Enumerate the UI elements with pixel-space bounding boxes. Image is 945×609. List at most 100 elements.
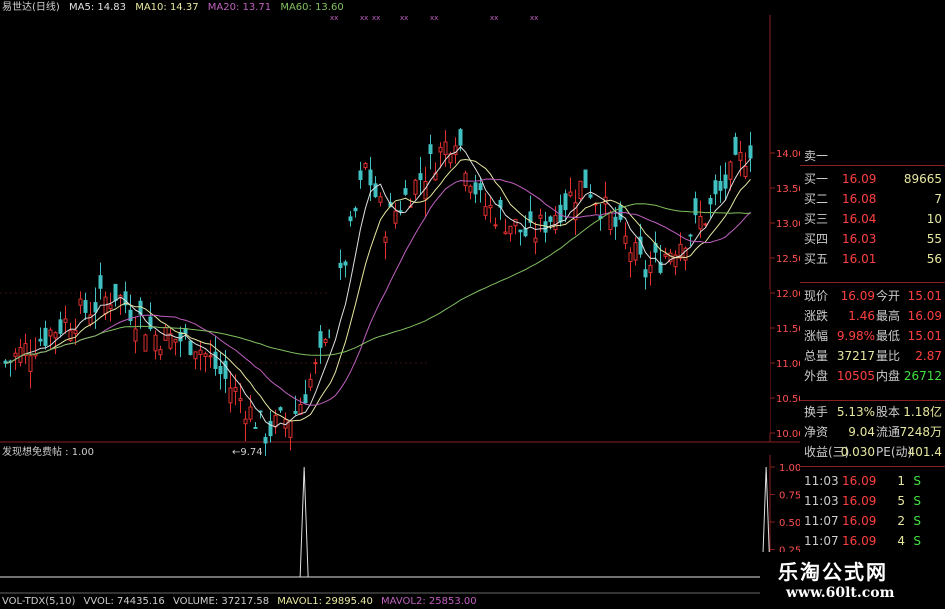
candle-body bbox=[133, 328, 138, 342]
stat-label: 今开 bbox=[876, 289, 901, 303]
candle-body bbox=[313, 362, 318, 365]
chart-header: 易世达(日线) MA5: 14.83 MA10: 14.37 MA20: 13.… bbox=[2, 2, 350, 14]
candle-body bbox=[478, 183, 483, 191]
tick-row: 11:03 16.09 1 S bbox=[800, 471, 945, 491]
candle-body bbox=[613, 216, 618, 227]
panel-divider bbox=[800, 466, 945, 467]
fund-label: 换手 bbox=[804, 405, 829, 419]
candle-body bbox=[443, 141, 448, 155]
candle-body bbox=[468, 185, 473, 193]
tick-row: 11:07 16.09 2 S bbox=[800, 511, 945, 531]
candle-body bbox=[18, 347, 23, 363]
candle-body bbox=[393, 210, 398, 224]
stat-row: 涨跌 1.46 最高 16.09 bbox=[800, 306, 945, 326]
candle-body bbox=[73, 330, 78, 335]
tick-row: 11:03 16.09 5 S bbox=[800, 491, 945, 511]
candle-body bbox=[553, 214, 558, 231]
candle-body bbox=[533, 237, 538, 243]
candle-body bbox=[13, 352, 18, 357]
candle-body bbox=[173, 338, 178, 343]
candle-body bbox=[58, 319, 63, 334]
mavol2-value: MAVOL2: 25853.00 bbox=[381, 596, 477, 607]
candle-body bbox=[413, 179, 418, 195]
candle-body bbox=[278, 407, 283, 411]
candle-body bbox=[458, 129, 463, 146]
indicator-tick-label: 0.50 bbox=[779, 518, 800, 529]
tick-volume: 5 bbox=[897, 494, 905, 508]
bid-volume: 56 bbox=[926, 252, 942, 266]
candle-body bbox=[198, 349, 203, 356]
candle-body bbox=[523, 228, 528, 237]
signal-marker: xx bbox=[360, 15, 368, 22]
stat-row: 涨幅 9.98% 最低 15.01 bbox=[800, 326, 945, 346]
candle-body bbox=[503, 231, 508, 235]
bid-volume: 89665 bbox=[903, 172, 942, 186]
price-tick-label: 13.50 bbox=[776, 184, 800, 195]
watermark: 乐淘公式网 www.60lt.com bbox=[760, 552, 945, 609]
bid-volume: 10 bbox=[926, 212, 942, 226]
fund-value: 7248万 bbox=[899, 425, 942, 439]
indicator-tick-label: 1.00 bbox=[779, 463, 800, 474]
volume-value: VOLUME: 37217.58 bbox=[172, 596, 270, 607]
candlestick-chart[interactable]: ←9.74xxxxxxxxxxxxxx 14.0013.5013.0012.50… bbox=[0, 15, 800, 595]
candle-body bbox=[338, 262, 343, 269]
bid-price: 16.09 bbox=[842, 172, 877, 186]
bid-row: 买三 16.04 10 bbox=[800, 209, 945, 229]
tick-price: 16.09 bbox=[842, 494, 877, 508]
signal-marker: xx bbox=[430, 15, 438, 22]
candle-body bbox=[733, 136, 738, 155]
bid-label: 买一 bbox=[804, 172, 829, 186]
volume-bar: VOL-TDX(5,10) VVOL: 74435.16 VOLUME: 372… bbox=[2, 596, 482, 608]
candle-body bbox=[308, 378, 313, 388]
candle-body bbox=[233, 387, 238, 392]
stat-value: 16.09 bbox=[907, 309, 942, 323]
watermark-title: 乐淘公式网 bbox=[778, 560, 888, 584]
candle-body bbox=[623, 235, 628, 244]
stat-label: 涨幅 bbox=[804, 329, 829, 343]
stat-row: 外盘 10505 内盘 26712 bbox=[800, 366, 945, 386]
price-tick-label: 13.00 bbox=[776, 219, 800, 230]
chart-gap bbox=[430, 328, 770, 433]
vol-name: VOL-TDX(5,10) bbox=[2, 596, 76, 607]
tick-price: 16.09 bbox=[842, 474, 877, 488]
watermark-url: www.60lt.com bbox=[786, 585, 895, 601]
price-tick-label: 10.50 bbox=[776, 394, 800, 405]
tick-side: S bbox=[913, 474, 921, 488]
candle-body bbox=[463, 172, 468, 187]
candle-body bbox=[353, 207, 358, 212]
tick-price: 16.09 bbox=[842, 534, 877, 548]
fund-row: 净资 9.04 流通 7248万 bbox=[800, 422, 945, 442]
candle-body bbox=[698, 215, 703, 230]
candle-body bbox=[93, 302, 98, 313]
candle-body bbox=[383, 236, 388, 243]
tick-time: 11:03 bbox=[804, 474, 839, 488]
candle-body bbox=[628, 252, 633, 263]
candle-body bbox=[548, 216, 553, 223]
bid-price: 16.04 bbox=[842, 212, 877, 226]
bid-row: 买一 16.09 89665 bbox=[800, 169, 945, 189]
indicator-label: 发现想免费帖 : 1.00 bbox=[2, 447, 94, 458]
tick-volume: 1 bbox=[897, 474, 905, 488]
candle-body bbox=[368, 169, 373, 186]
candle-body bbox=[643, 269, 648, 278]
candle-body bbox=[663, 253, 668, 257]
candle-body bbox=[728, 161, 733, 180]
vvol-value: VVOL: 74435.16 bbox=[83, 596, 165, 607]
fund-row: 收益(三) 0.030 PE(动) 401.4 bbox=[800, 442, 945, 462]
candle-body bbox=[363, 163, 368, 169]
candle-body bbox=[563, 193, 568, 211]
candle-body bbox=[318, 331, 323, 348]
stat-label: 外盘 bbox=[804, 369, 829, 383]
bid-row: 买二 16.08 7 bbox=[800, 189, 945, 209]
candle-body bbox=[143, 334, 148, 352]
candle-body bbox=[578, 180, 583, 199]
bid-row: 买四 16.03 55 bbox=[800, 229, 945, 249]
tick-side: S bbox=[913, 514, 921, 528]
candle-body bbox=[78, 298, 83, 306]
candle-body bbox=[543, 221, 548, 233]
stat-label: 现价 bbox=[804, 289, 829, 303]
tick-side: S bbox=[913, 534, 921, 548]
panel-divider bbox=[800, 282, 945, 283]
fund-value: 0.030 bbox=[840, 445, 875, 459]
candles bbox=[3, 128, 770, 456]
